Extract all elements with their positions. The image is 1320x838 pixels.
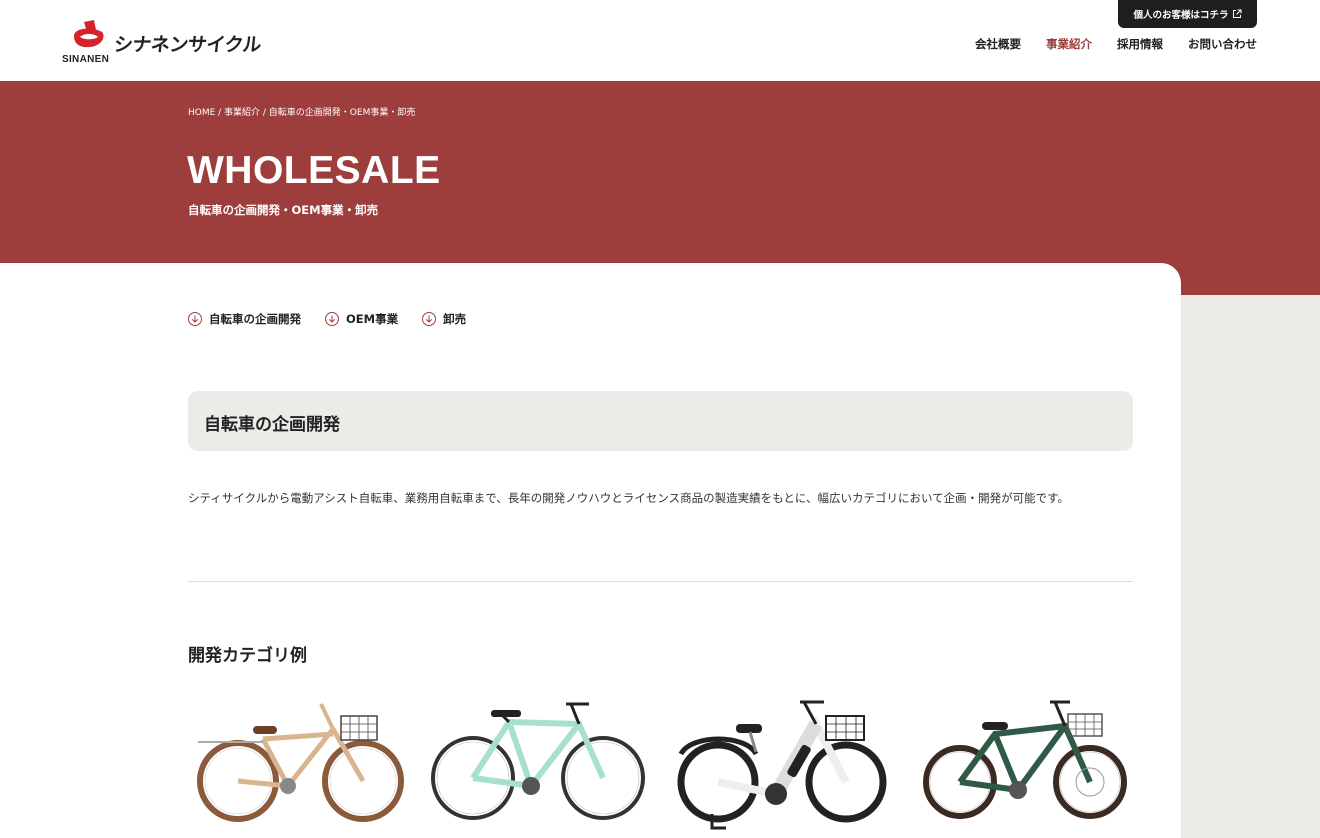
nav-recruit[interactable]: 採用情報 (1117, 36, 1163, 52)
personal-customer-button[interactable]: 個人のお客様はコチラ (1118, 0, 1257, 28)
logo[interactable]: シナネンサイクル SINANEN (62, 20, 272, 68)
section-title: 自転車の企画開発 (204, 415, 340, 435)
anchor-label: OEM事業 (346, 312, 399, 326)
logo-wordmark: シナネンサイクル (112, 34, 263, 56)
section-body: シティサイクルから電動アシスト自転車、業務用自転車まで、長年の開発ノウハウとライ… (188, 491, 1070, 505)
divider (188, 581, 1133, 582)
nav-contact[interactable]: お問い合わせ (1188, 36, 1257, 52)
e-assist-bike-image (677, 700, 887, 830)
breadcrumb[interactable]: HOME / 事業紹介 / 自転車の企画開発・OEM事業・卸売 (188, 105, 415, 118)
page-title: WHOLESALE (187, 149, 441, 192)
anchor-label: 卸売 (443, 312, 467, 326)
anchor-wholesale[interactable]: 卸売 (422, 311, 466, 327)
page-subtitle: 自転車の企画開発・OEM事業・卸売 (188, 203, 379, 217)
arrow-down-circle-icon (188, 312, 202, 326)
arrow-down-circle-icon (325, 312, 339, 326)
side-background (1180, 295, 1320, 838)
city-bike-image (197, 703, 404, 822)
anchor-label: 自転車の企画開発 (209, 312, 301, 326)
site-header: シナネンサイクル SINANEN 個人のお客様はコチラ 会社概要 事業紹介 採用… (0, 0, 1320, 81)
nav-business[interactable]: 事業紹介 (1046, 36, 1092, 52)
main-nav: 会社概要 事業紹介 採用情報 お問い合わせ (975, 36, 1257, 52)
cross-bike-image (431, 702, 645, 820)
kids-bike-image (923, 700, 1127, 819)
logo-subtext: SINANEN (62, 54, 110, 65)
anchor-planning[interactable]: 自転車の企画開発 (188, 311, 301, 327)
anchor-links: 自転車の企画開発 OEM事業 卸売 (188, 311, 466, 327)
section-heading-box: 自転車の企画開発 (188, 391, 1133, 451)
anchor-oem[interactable]: OEM事業 (325, 311, 398, 327)
categories-title: 開発カテゴリ例 (188, 646, 307, 666)
external-link-icon (1232, 9, 1241, 18)
personal-customer-label: 個人のお客様はコチラ (1133, 10, 1229, 21)
arrow-down-circle-icon (422, 312, 437, 326)
logo-mark-icon (74, 20, 104, 48)
nav-company[interactable]: 会社概要 (975, 36, 1021, 52)
